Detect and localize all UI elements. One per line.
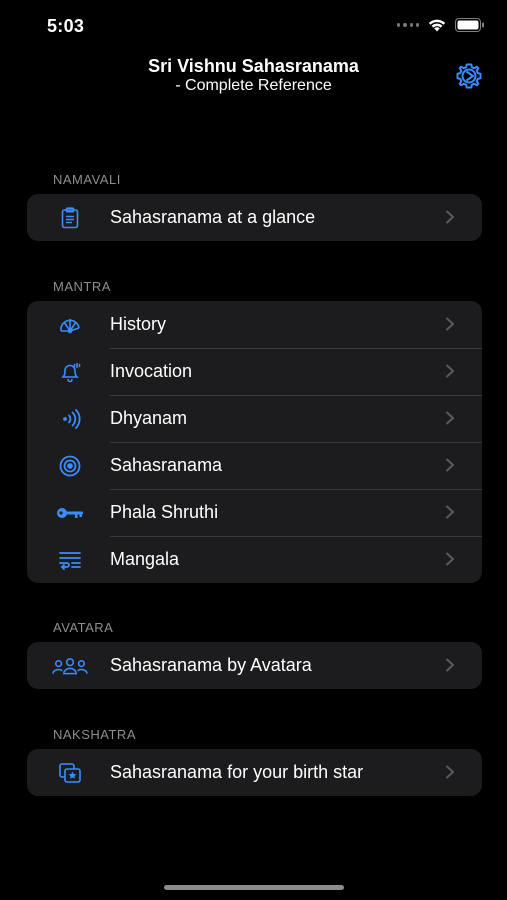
- row-sahasranama-at-a-glance[interactable]: Sahasranama at a glance: [27, 194, 482, 241]
- row-sahasranama[interactable]: Sahasranama: [27, 442, 482, 489]
- wifi-icon: [428, 19, 446, 32]
- row-history[interactable]: History: [27, 301, 482, 348]
- cellular-signal-icon: [397, 22, 419, 28]
- row-label: Phala Shruthi: [110, 502, 219, 522]
- settings-button[interactable]: [453, 60, 485, 92]
- chevron-right-icon: [446, 364, 454, 378]
- status-bar: 5:03: [0, 0, 507, 54]
- chevron-right-icon: [446, 411, 454, 425]
- row-sahasranama-for-your-birth-star[interactable]: Sahasranama for your birth star: [27, 749, 482, 796]
- text-wrap-icon: [51, 547, 89, 573]
- clipboard-icon: [51, 205, 89, 231]
- bell-icon: [51, 359, 89, 385]
- navigation-header: Sri Vishnu Sahasranama - Complete Refere…: [0, 54, 507, 104]
- chevron-right-icon: [446, 765, 454, 779]
- chevron-right-icon: [446, 505, 454, 519]
- target-icon: [51, 453, 89, 479]
- row-invocation[interactable]: Invocation: [27, 348, 482, 395]
- section-label-mantra: MANTRA: [53, 279, 111, 294]
- star-square-icon: [51, 760, 89, 786]
- gear-icon: [456, 63, 482, 89]
- row-label: Sahasranama at a glance: [110, 207, 316, 227]
- status-time: 5:03: [47, 16, 85, 36]
- chevron-right-icon: [446, 317, 454, 331]
- row-label: Invocation: [110, 361, 193, 381]
- people-icon: [51, 653, 89, 679]
- home-indicator[interactable]: [164, 885, 344, 890]
- key-icon: [51, 500, 89, 526]
- chevron-right-icon: [446, 210, 454, 224]
- section-label-avatara: AVATARA: [53, 620, 114, 635]
- chevron-right-icon: [446, 458, 454, 472]
- page-title: Sri Vishnu Sahasranama: [148, 56, 359, 76]
- sound-waves-icon: [51, 406, 89, 432]
- nautilus-icon: [51, 312, 89, 338]
- row-label: Sahasranama by Avatara: [110, 655, 312, 675]
- page-subtitle: - Complete Reference: [175, 77, 332, 94]
- row-dhyanam[interactable]: Dhyanam: [27, 395, 482, 442]
- row-label: Sahasranama: [110, 455, 223, 475]
- group-mantra: History Invocation Dhyanam Sahasranama P…: [27, 301, 482, 583]
- row-label: Mangala: [110, 549, 180, 569]
- group-namavali: Sahasranama at a glance: [27, 194, 482, 241]
- status-icons: [397, 17, 485, 32]
- row-phala-shruthi[interactable]: Phala Shruthi: [27, 489, 482, 536]
- row-label: History: [110, 314, 167, 334]
- chevron-right-icon: [446, 552, 454, 566]
- chevron-right-icon: [446, 658, 454, 672]
- row-mangala[interactable]: Mangala: [27, 536, 482, 583]
- row-label: Dhyanam: [110, 408, 188, 428]
- group-avatara: Sahasranama by Avatara: [27, 642, 482, 689]
- battery-icon: [455, 17, 484, 32]
- section-label-namavali: NAMAVALI: [53, 172, 121, 187]
- group-nakshatra: Sahasranama for your birth star: [27, 749, 482, 796]
- row-sahasranama-by-avatara[interactable]: Sahasranama by Avatara: [27, 642, 482, 689]
- section-label-nakshatra: NAKSHATRA: [53, 727, 136, 742]
- row-label: Sahasranama for your birth star: [110, 762, 364, 782]
